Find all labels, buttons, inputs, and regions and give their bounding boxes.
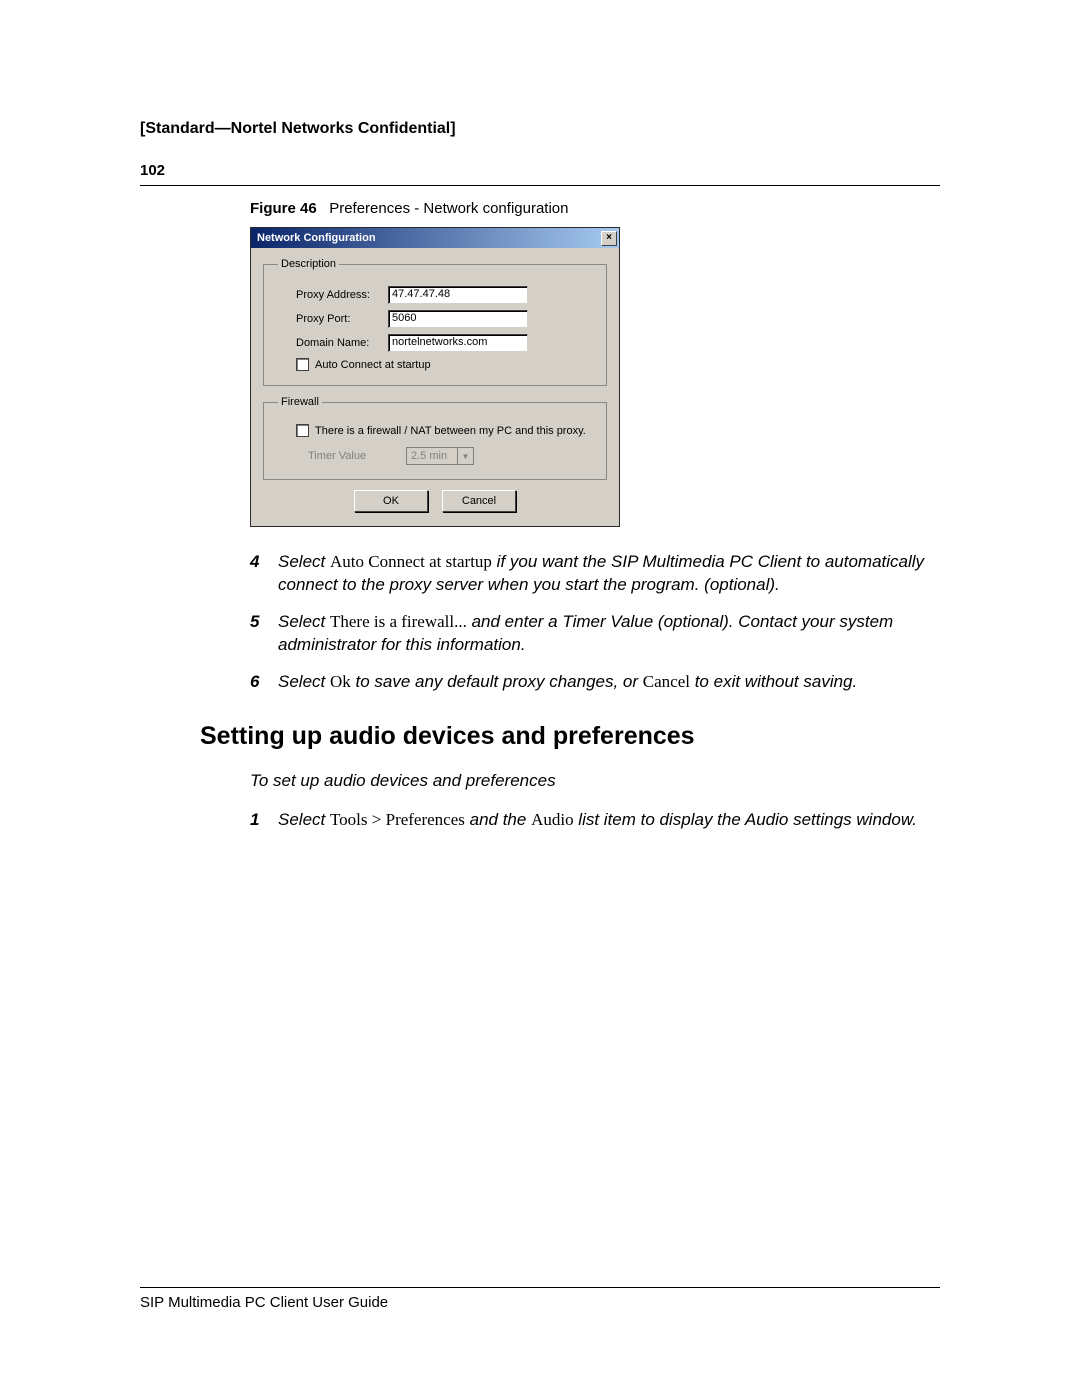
step-number: 6: [250, 671, 278, 694]
dialog-titlebar: Network Configuration ×: [251, 228, 619, 248]
firewall-group: Firewall There is a firewall / NAT betwe…: [263, 396, 607, 480]
firewall-checkbox-row[interactable]: There is a firewall / NAT between my PC …: [296, 424, 592, 437]
dialog-button-row: OK Cancel: [263, 490, 607, 512]
chevron-down-icon: ▼: [457, 448, 473, 464]
auto-connect-checkbox[interactable]: [296, 358, 309, 371]
step-text: Select Ok to save any default proxy chan…: [278, 671, 940, 694]
cancel-button[interactable]: Cancel: [442, 490, 516, 512]
ok-button-label: OK: [383, 495, 399, 507]
confidential-header: [Standard—Nortel Networks Confidential]: [140, 120, 940, 138]
domain-name-row: Domain Name: nortelnetworks.com: [278, 334, 592, 352]
timer-value: 2.5 min: [411, 450, 447, 462]
step-list-a: 4 Select Auto Connect at startup if you …: [250, 551, 940, 694]
network-config-dialog: Network Configuration × Description Prox…: [250, 227, 620, 527]
figure-caption-text: Preferences - Network configuration: [329, 200, 568, 217]
proxy-address-row: Proxy Address: 47.47.47.48: [278, 286, 592, 304]
dialog-figure: Network Configuration × Description Prox…: [250, 227, 940, 527]
subheading: To set up audio devices and preferences: [250, 771, 940, 791]
page-footer: SIP Multimedia PC Client User Guide: [140, 1287, 940, 1311]
step-4: 4 Select Auto Connect at startup if you …: [250, 551, 940, 597]
section-heading: Setting up audio devices and preferences: [200, 722, 940, 751]
step-text: Select There is a firewall... and enter …: [278, 611, 940, 657]
footer-text: SIP Multimedia PC Client User Guide: [140, 1294, 940, 1311]
step-list-b: 1 Select Tools > Preferences and the Aud…: [250, 809, 940, 832]
step-5: 5 Select There is a firewall... and ente…: [250, 611, 940, 657]
firewall-checkbox[interactable]: [296, 424, 309, 437]
firewall-legend: Firewall: [278, 396, 322, 408]
domain-name-input[interactable]: nortelnetworks.com: [388, 334, 528, 352]
ok-button[interactable]: OK: [354, 490, 428, 512]
document-page: [Standard—Nortel Networks Confidential] …: [0, 0, 1080, 1397]
step-number: 1: [250, 809, 278, 832]
proxy-address-input[interactable]: 47.47.47.48: [388, 286, 528, 304]
proxy-port-label: Proxy Port:: [278, 313, 388, 325]
timer-combo[interactable]: 2.5 min ▼: [406, 447, 474, 465]
header-rule: [140, 185, 940, 186]
auto-connect-label: Auto Connect at startup: [315, 359, 431, 371]
step-text: Select Auto Connect at startup if you wa…: [278, 551, 940, 597]
dialog-body: Description Proxy Address: 47.47.47.48 P…: [251, 248, 619, 526]
dialog-title: Network Configuration: [257, 232, 601, 244]
proxy-port-input[interactable]: 5060: [388, 310, 528, 328]
step-6: 6 Select Ok to save any default proxy ch…: [250, 671, 940, 694]
proxy-port-row: Proxy Port: 5060: [278, 310, 592, 328]
firewall-checkbox-label: There is a firewall / NAT between my PC …: [315, 425, 586, 437]
figure-label: Figure 46: [250, 200, 317, 217]
proxy-address-label: Proxy Address:: [278, 289, 388, 301]
description-legend: Description: [278, 258, 339, 270]
description-group: Description Proxy Address: 47.47.47.48 P…: [263, 258, 607, 386]
domain-name-label: Domain Name:: [278, 337, 388, 349]
step-number: 4: [250, 551, 278, 597]
close-button[interactable]: ×: [601, 231, 617, 246]
footer-rule: [140, 1287, 940, 1288]
step-1: 1 Select Tools > Preferences and the Aud…: [250, 809, 940, 832]
timer-label: Timer Value: [308, 450, 406, 462]
close-icon: ×: [606, 232, 612, 243]
page-number: 102: [140, 162, 940, 179]
step-number: 5: [250, 611, 278, 657]
figure-caption: Figure 46 Preferences - Network configur…: [250, 200, 940, 217]
step-text: Select Tools > Preferences and the Audio…: [278, 809, 940, 832]
timer-row: Timer Value 2.5 min ▼: [308, 447, 592, 465]
cancel-button-label: Cancel: [462, 495, 496, 507]
auto-connect-row[interactable]: Auto Connect at startup: [296, 358, 592, 371]
